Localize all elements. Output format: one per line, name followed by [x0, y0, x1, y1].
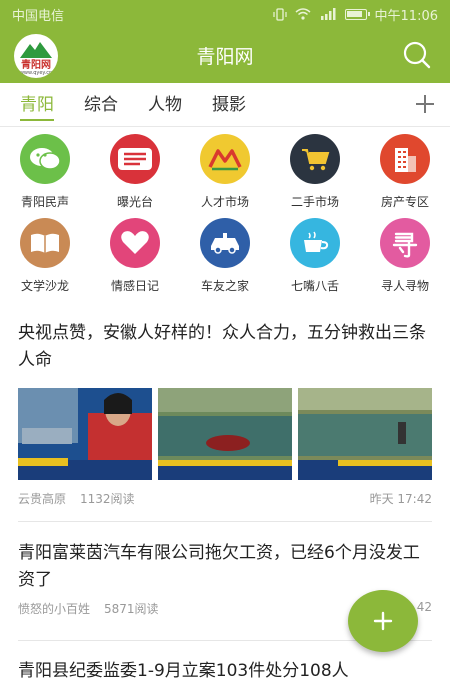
news-thumbnail[interactable]: [298, 388, 432, 480]
category-real-estate[interactable]: 房产专区: [360, 130, 450, 212]
wifi-icon: [295, 8, 311, 20]
cart-icon: [290, 134, 340, 184]
news-item[interactable]: 央视点赞，安徽人好样的！众人合力，五分钟救出三条人命 云贵高原 1132阅读 昨…: [18, 320, 432, 507]
tab-people[interactable]: 人物: [148, 83, 182, 127]
add-tab-icon[interactable]: [414, 93, 436, 115]
category-label: 青阳民声: [20, 195, 69, 209]
book-icon: [20, 218, 70, 268]
logo-subtext: www.qyey.cn: [19, 70, 53, 76]
category-lost-and-found[interactable]: 寻人寻物: [360, 214, 450, 296]
plus-icon: [373, 611, 393, 631]
handshake-icon: [200, 134, 250, 184]
category-label: 七嘴八舌: [290, 279, 339, 293]
category-label: 情感日记: [110, 279, 159, 293]
carrier-label: 中国电信: [12, 8, 65, 24]
tab-general[interactable]: 综合: [84, 83, 118, 127]
compose-fab-button[interactable]: [348, 590, 418, 652]
article-author[interactable]: 云贵高原: [18, 490, 66, 507]
divider: [18, 521, 432, 522]
category-grid: 青阳民声 曝光台 人才市场 二手市场 房产专区 文学沙龙 情感日记 车友之家 七…: [0, 130, 450, 300]
heart-icon: [110, 218, 160, 268]
article-title[interactable]: 央视点赞，安徽人好样的！众人合力，五分钟救出三条人命: [18, 320, 432, 374]
category-chitchat[interactable]: 七嘴八舌: [270, 214, 360, 296]
chat-bubbles-icon: [20, 134, 70, 184]
article-thumbnails: [18, 388, 432, 480]
news-thumbnail[interactable]: [18, 388, 152, 480]
article-reads: 1132阅读: [80, 492, 135, 506]
article-title[interactable]: 青阳县纪委监委1-9月立案103件处分108人: [18, 658, 432, 685]
app-logo[interactable]: 青阳网 www.qyey.cn: [14, 34, 58, 78]
category-talent-market[interactable]: 人才市场: [180, 130, 270, 212]
news-thumbnail[interactable]: [158, 388, 292, 480]
category-tabs: 青阳 综合 人物 摄影: [0, 83, 450, 127]
mountain-icon: [20, 42, 52, 58]
category-label: 人才市场: [200, 195, 249, 209]
category-second-hand[interactable]: 二手市场: [270, 130, 360, 212]
category-label: 二手市场: [290, 195, 339, 209]
signal-icon: [320, 8, 336, 20]
article-author[interactable]: 愤怒的小百姓: [18, 600, 90, 617]
category-car-club[interactable]: 车友之家: [180, 214, 270, 296]
expose-icon: [110, 134, 160, 184]
building-icon: [380, 134, 430, 184]
tab-photography[interactable]: 摄影: [212, 83, 246, 127]
news-item[interactable]: 青阳县纪委监委1-9月立案103件处分108人: [18, 658, 432, 685]
article-time: 昨天 17:42: [369, 492, 432, 506]
coffee-icon: [290, 218, 340, 268]
app-title: 青阳网: [196, 46, 254, 68]
tab-qingyang[interactable]: 青阳: [20, 83, 54, 127]
category-label: 曝光台: [116, 195, 153, 209]
category-expose[interactable]: 曝光台: [90, 130, 180, 212]
status-bar: 中国电信 中午11:06: [0, 0, 450, 28]
category-literature[interactable]: 文学沙龙: [0, 214, 90, 296]
category-label: 房产专区: [380, 195, 429, 209]
app-bar: 青阳网 www.qyey.cn 青阳网: [0, 28, 450, 83]
category-qingyang-minsheng[interactable]: 青阳民声: [0, 130, 90, 212]
article-time: 42: [416, 600, 432, 614]
app-screen: 中国电信 中午11:06 青阳网 www.qyey.cn 青阳网 青阳 综合 人…: [0, 0, 450, 700]
article-reads: 5871阅读: [104, 602, 159, 616]
category-label: 车友之家: [200, 279, 249, 293]
category-emotion-diary[interactable]: 情感日记: [90, 214, 180, 296]
category-label: 寻人寻物: [380, 279, 429, 293]
search-icon[interactable]: [402, 40, 432, 70]
vibrate-icon: [272, 7, 287, 21]
article-meta: 云贵高原 1132阅读 昨天 17:42: [18, 490, 432, 507]
search-char-icon: [380, 218, 430, 268]
battery-icon: [344, 8, 370, 20]
category-label: 文学沙龙: [20, 279, 69, 293]
article-title[interactable]: 青阳富莱茵汽车有限公司拖欠工资，已经6个月没发工资了: [18, 540, 432, 594]
car-icon: [200, 218, 250, 268]
clock-label: 中午11:06: [374, 8, 438, 24]
